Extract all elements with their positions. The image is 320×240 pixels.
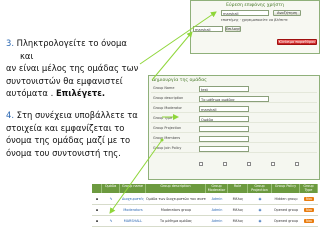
arrow-to-search [139,11,217,65]
arrow-to-table [109,139,163,214]
arrow-to-select [151,31,193,81]
annotation-arrows [109,11,217,214]
arrow-origin [160,138,164,142]
